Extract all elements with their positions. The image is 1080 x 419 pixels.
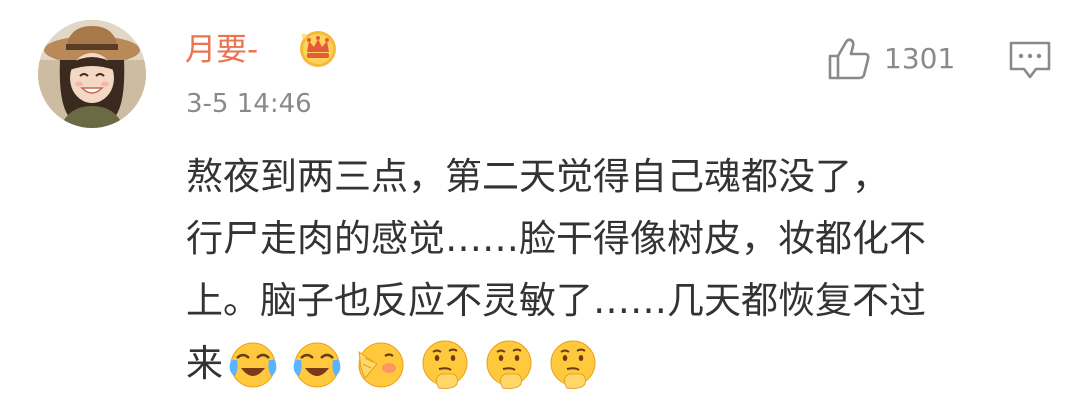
comment-body: 熬夜到两三点，第二天觉得自己魂都没了， 行尸走肉的感觉……脸干得像树皮，妆都化不… xyxy=(186,146,1056,332)
comment-timestamp: 3-5 14:46 xyxy=(186,89,312,119)
comment-card: 月要- 3-5 14:46 1301 熬夜到两三点，第二天觉得自己魂都没了， 行… xyxy=(0,0,1080,419)
comment-text-line: 上。脑子也反应不灵敏了……几天都恢复不过 xyxy=(186,279,926,322)
laugh-cry-emoji xyxy=(229,342,277,388)
thinking-emoji xyxy=(422,340,468,389)
like-count: 1301 xyxy=(884,42,956,75)
comment-text-line: 来 xyxy=(186,342,223,385)
thinking-emoji xyxy=(486,340,532,389)
username-link[interactable]: 月要- xyxy=(185,30,258,70)
thinking-emoji xyxy=(550,340,596,389)
vip-crown-icon xyxy=(300,31,336,67)
comment-text-line: 行尸走肉的感觉……脸干得像树皮，妆都化不 xyxy=(186,217,926,260)
comment-text-line: 熬夜到两三点，第二天觉得自己魂都没了， xyxy=(186,155,889,198)
reply-icon[interactable] xyxy=(1006,38,1054,82)
shy-face-emoji xyxy=(358,342,404,388)
laugh-cry-emoji xyxy=(293,342,341,388)
thumbs-up-icon xyxy=(828,38,870,80)
avatar[interactable] xyxy=(38,20,146,128)
comment-emoji-line: 来 xyxy=(186,333,611,395)
like-button[interactable]: 1301 xyxy=(826,36,955,82)
